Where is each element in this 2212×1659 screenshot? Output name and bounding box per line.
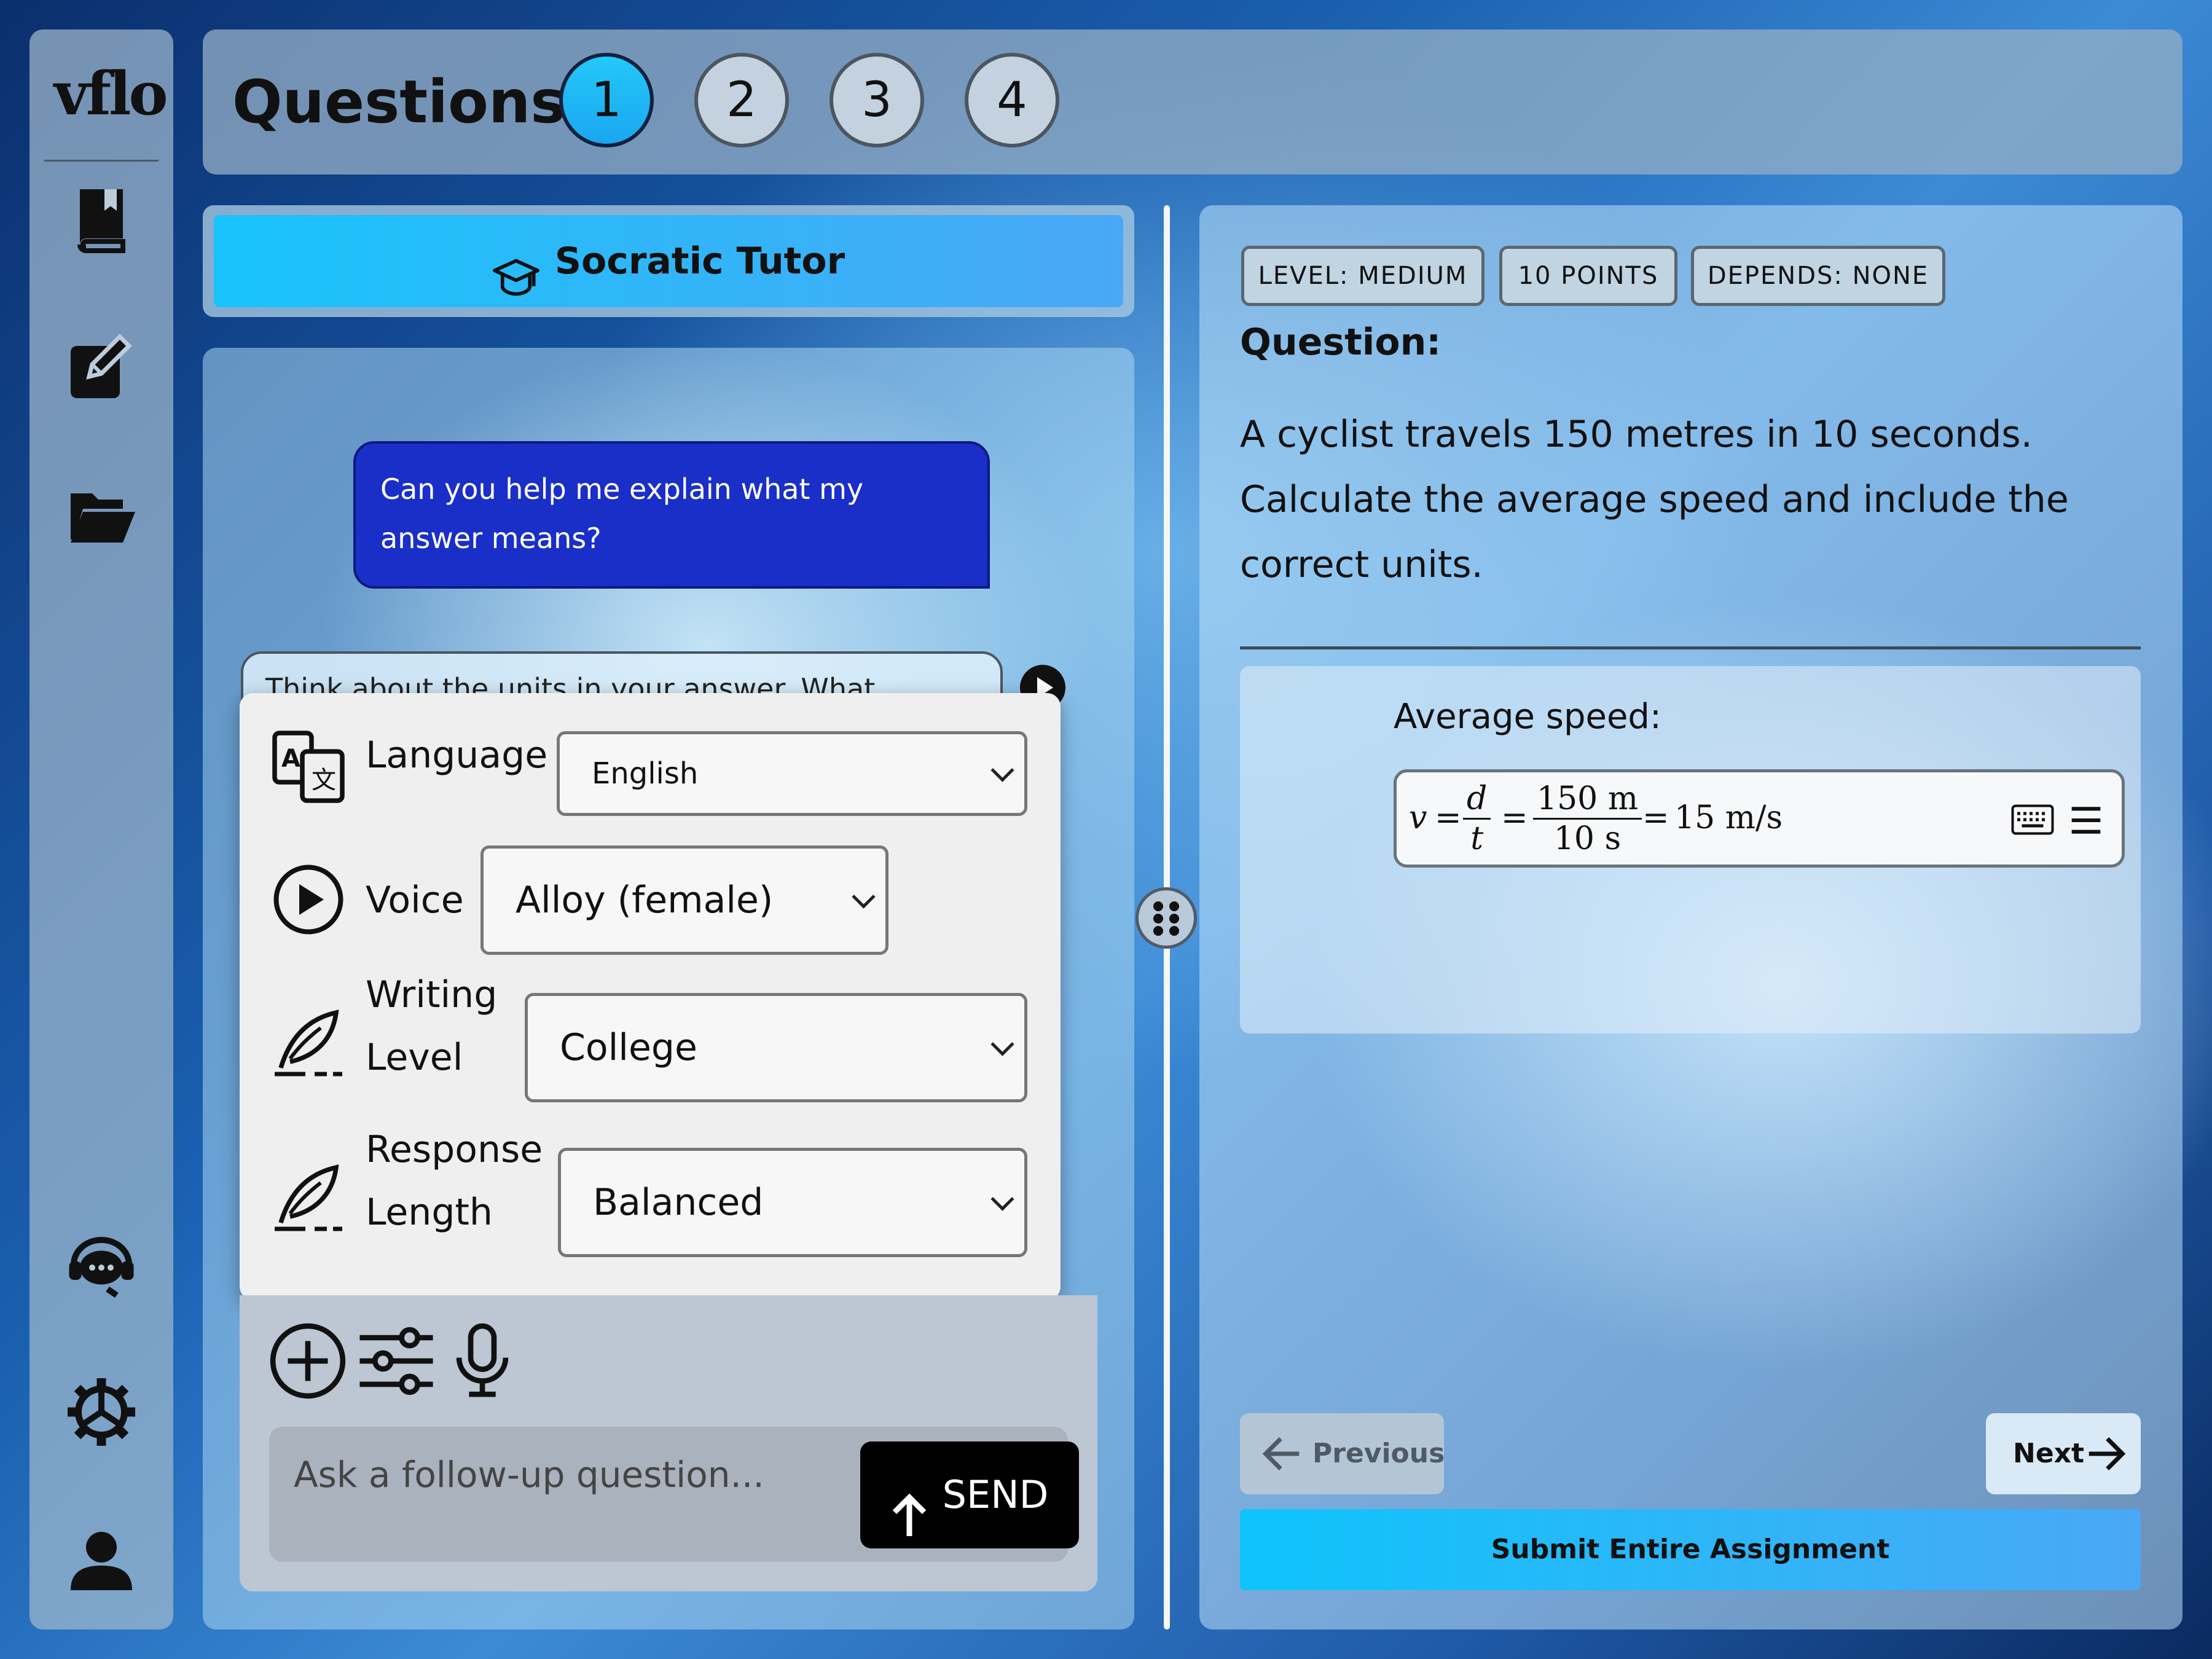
socratic-tutor-button[interactable]: Socratic Tutor bbox=[214, 215, 1123, 307]
response-length-select[interactable]: Balanced bbox=[558, 1148, 1027, 1257]
language-select[interactable]: English bbox=[557, 731, 1027, 816]
send-button[interactable]: SEND bbox=[860, 1441, 1079, 1548]
tutor-settings-sliders-icon[interactable] bbox=[356, 1321, 436, 1401]
question-divider bbox=[1240, 646, 2141, 649]
math-frac2-num: 150 m bbox=[1533, 780, 1642, 820]
question-tab-3[interactable]: 3 bbox=[830, 53, 924, 147]
points-badge: 10 POINTS bbox=[1499, 246, 1677, 306]
next-button[interactable]: Next bbox=[1986, 1413, 2141, 1494]
answer-area: Average speed: v = d t = 150 m 10 s = 15… bbox=[1240, 666, 2141, 1033]
arrow-right-icon bbox=[2088, 1437, 2126, 1471]
language-label: Language bbox=[366, 734, 548, 777]
page-title: Questions bbox=[232, 68, 566, 136]
math-equals: = bbox=[1501, 799, 1528, 836]
settings-gear-icon[interactable] bbox=[65, 1375, 138, 1449]
writing-level-select[interactable]: College bbox=[525, 993, 1027, 1102]
user-message-bubble: Can you help me explain what my answer m… bbox=[353, 441, 990, 589]
submit-assignment-button[interactable]: Submit Entire Assignment bbox=[1240, 1509, 2141, 1590]
sidebar-divider bbox=[44, 160, 159, 162]
chevron-down-icon bbox=[990, 1032, 1014, 1056]
microphone-icon[interactable] bbox=[442, 1321, 522, 1401]
folder-icon[interactable] bbox=[65, 478, 138, 552]
response-length-select-value: Balanced bbox=[593, 1181, 764, 1224]
math-result: 15 m/s bbox=[1674, 799, 1783, 836]
question-tab-1[interactable]: 1 bbox=[559, 53, 654, 147]
translate-language-icon: A文 bbox=[272, 730, 345, 804]
tutor-settings-popup: A文 Language English Voice Alloy (female)… bbox=[240, 693, 1061, 1300]
arrow-up-icon bbox=[891, 1473, 928, 1536]
voice-select-value: Alloy (female) bbox=[516, 879, 774, 922]
question-text: A cyclist travels 150 metres in 10 secon… bbox=[1240, 413, 2069, 586]
previous-button[interactable]: Previous bbox=[1240, 1413, 1445, 1494]
app-logo[interactable]: vflo bbox=[54, 54, 168, 134]
question-tab-2[interactable]: 2 bbox=[694, 53, 789, 147]
tutor-header: Socratic Tutor bbox=[203, 205, 1134, 317]
math-fraction-d-over-t: d t bbox=[1463, 780, 1491, 858]
question-tab-4[interactable]: 4 bbox=[965, 53, 1059, 147]
math-answer-input[interactable]: v = d t = 150 m 10 s = 15 m/s bbox=[1394, 769, 2125, 868]
tutor-header-label: Socratic Tutor bbox=[554, 240, 845, 283]
user-profile-icon[interactable] bbox=[65, 1523, 138, 1596]
writing-level-select-value: College bbox=[560, 1026, 697, 1069]
edit-icon[interactable] bbox=[65, 331, 138, 404]
response-length-label-line1: Response bbox=[366, 1128, 543, 1171]
book-icon[interactable] bbox=[65, 183, 138, 257]
arrow-left-icon bbox=[1262, 1437, 1300, 1471]
keyboard-icon[interactable] bbox=[2011, 804, 2054, 835]
graduation-cap-icon bbox=[492, 241, 540, 296]
sidebar: vflo bbox=[29, 29, 173, 1630]
menu-icon[interactable] bbox=[2069, 804, 2103, 836]
svg-text:文: 文 bbox=[312, 766, 336, 794]
math-fraction-values: 150 m 10 s bbox=[1533, 780, 1642, 858]
depends-badge: DEPENDS: NONE bbox=[1691, 246, 1945, 306]
send-button-label: SEND bbox=[942, 1472, 1049, 1517]
writing-level-label-line2: Level bbox=[366, 1036, 463, 1079]
math-frac1-den: t bbox=[1470, 820, 1484, 857]
chevron-down-icon bbox=[990, 1187, 1014, 1211]
play-voice-icon bbox=[272, 863, 345, 936]
math-equals: = bbox=[1642, 799, 1669, 836]
math-frac1-num: d bbox=[1463, 780, 1491, 820]
math-frac2-den: 10 s bbox=[1553, 820, 1622, 857]
level-badge: LEVEL: MEDIUM bbox=[1241, 246, 1484, 306]
response-length-label-line2: Length bbox=[366, 1191, 493, 1234]
svg-text:A: A bbox=[281, 745, 300, 773]
previous-button-label: Previous bbox=[1312, 1438, 1445, 1469]
chevron-down-icon bbox=[990, 758, 1014, 782]
chevron-down-icon bbox=[852, 885, 876, 909]
voice-label: Voice bbox=[366, 879, 464, 922]
drag-handle-icon[interactable] bbox=[1135, 887, 1197, 949]
next-button-label: Next bbox=[2013, 1438, 2085, 1469]
writing-level-label-line1: Writing bbox=[366, 973, 498, 1016]
answer-label: Average speed: bbox=[1394, 697, 1661, 737]
math-equals: = bbox=[1435, 799, 1462, 836]
question-heading: Question: bbox=[1240, 321, 1441, 364]
language-select-value: English bbox=[592, 756, 699, 791]
voice-select[interactable]: Alloy (female) bbox=[480, 845, 888, 955]
quill-writing-icon bbox=[272, 1006, 345, 1080]
add-attachment-icon[interactable] bbox=[268, 1321, 348, 1401]
message-composer: Ask a follow-up question... SEND bbox=[240, 1295, 1097, 1591]
math-variable: v bbox=[1409, 799, 1427, 836]
question-navigation-bar: Questions 1 2 3 4 bbox=[203, 29, 2183, 175]
quill-length-icon bbox=[272, 1161, 345, 1235]
question-panel: LEVEL: MEDIUM 10 POINTS DEPENDS: NONE Qu… bbox=[1199, 205, 2183, 1630]
support-chat-icon[interactable] bbox=[65, 1228, 138, 1301]
